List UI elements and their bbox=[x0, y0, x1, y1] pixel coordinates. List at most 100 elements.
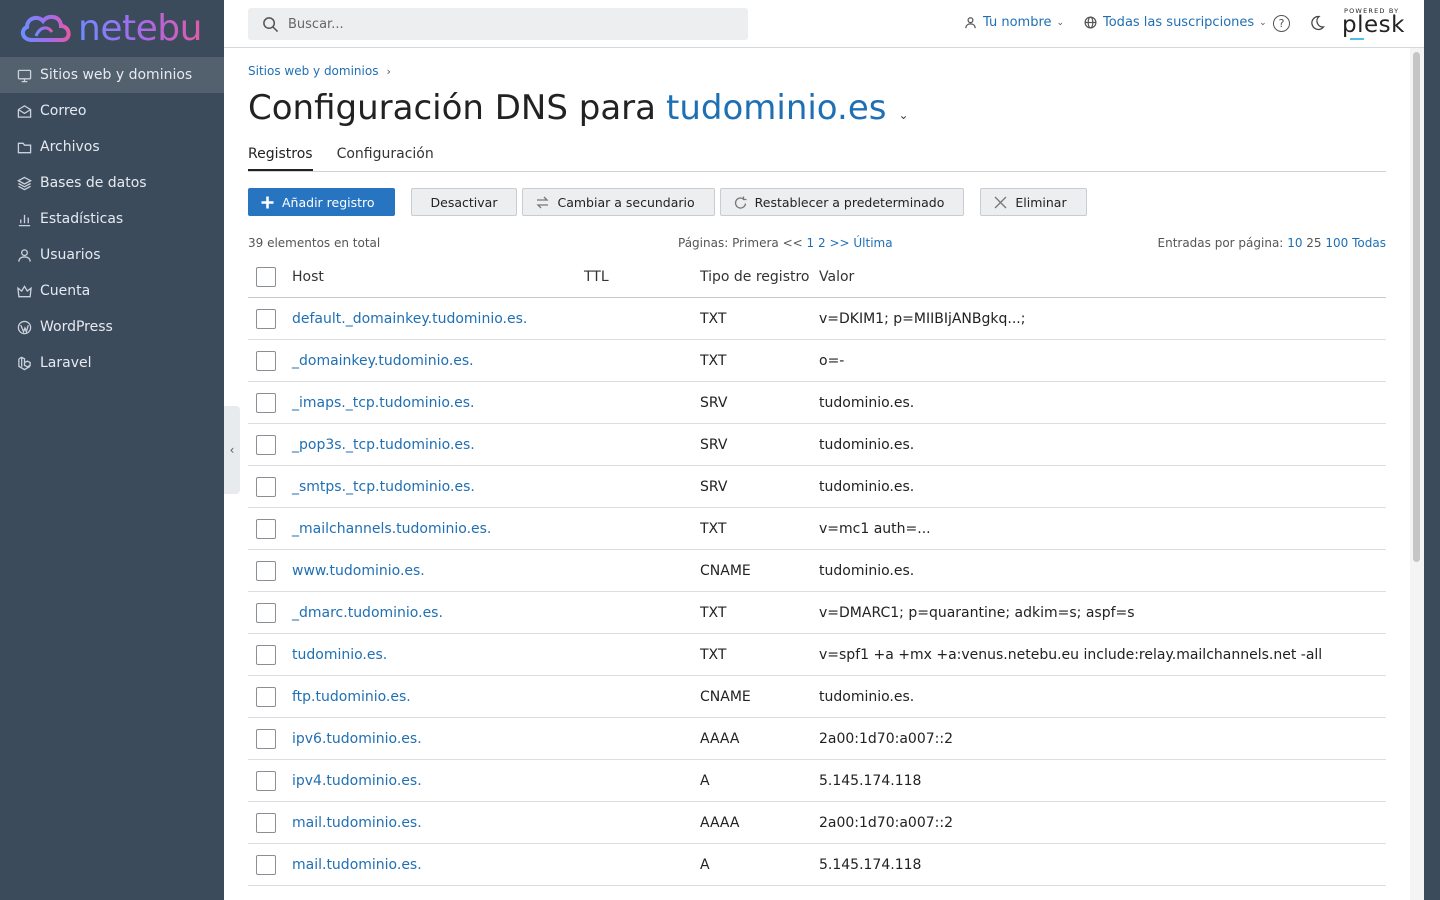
sidebar-item-files[interactable]: Archivos bbox=[0, 129, 224, 165]
add-record-button[interactable]: Añadir registro bbox=[248, 188, 395, 216]
row-checkbox[interactable] bbox=[256, 686, 276, 707]
plesk-logo[interactable]: plesk bbox=[1342, 12, 1405, 38]
help-icon[interactable]: ? bbox=[1273, 15, 1290, 32]
logo[interactable]: netebu bbox=[0, 0, 224, 57]
row-checkbox[interactable] bbox=[256, 392, 276, 413]
wordpress-icon bbox=[16, 319, 32, 335]
row-checkbox[interactable] bbox=[256, 476, 276, 497]
scrollbar-thumb[interactable] bbox=[1413, 52, 1420, 562]
sidebar-item-label: Estadísticas bbox=[40, 211, 124, 227]
record-host-link[interactable]: mail.tudominio.es. bbox=[292, 857, 422, 873]
record-type: TXT bbox=[700, 646, 727, 663]
record-type: SRV bbox=[700, 436, 728, 453]
pagination: Páginas: Primera << 1 2 >> Última bbox=[678, 236, 893, 250]
row-checkbox[interactable] bbox=[256, 728, 276, 749]
user-name: Tu nombre bbox=[983, 15, 1052, 30]
subscriptions-menu[interactable]: Todas las suscripciones ⌄ bbox=[1084, 15, 1267, 30]
sidebar-item-mail[interactable]: Correo bbox=[0, 93, 224, 129]
row-checkbox[interactable] bbox=[256, 518, 276, 539]
tab-records[interactable]: Registros bbox=[248, 146, 313, 171]
page-last-link[interactable]: Última bbox=[853, 236, 892, 250]
sidebar-item-laravel[interactable]: Laravel bbox=[0, 345, 224, 381]
table-row: tudominio.es. TXT v=spf1 +a +mx +a:venus.n… bbox=[248, 634, 1386, 676]
row-checkbox[interactable] bbox=[256, 560, 276, 581]
column-ttl[interactable]: TTL bbox=[584, 269, 609, 285]
user-icon bbox=[965, 17, 976, 29]
search-box[interactable] bbox=[248, 8, 748, 40]
row-checkbox[interactable] bbox=[256, 350, 276, 371]
user-menu[interactable]: Tu nombre ⌄ bbox=[964, 15, 1064, 30]
switch-secondary-button[interactable]: Cambiar a secundario bbox=[522, 188, 715, 216]
sidebar-item-account[interactable]: Cuenta bbox=[0, 273, 224, 309]
crown-icon bbox=[16, 283, 32, 299]
row-checkbox[interactable] bbox=[256, 644, 276, 665]
chevron-down-icon: ⌄ bbox=[1259, 17, 1267, 28]
page-2-link[interactable]: 2 bbox=[818, 236, 826, 250]
record-value: tudominio.es. bbox=[819, 394, 915, 411]
record-host-link[interactable]: _smtps._tcp.tudominio.es. bbox=[292, 479, 475, 495]
page-scrollbar[interactable] bbox=[1410, 48, 1424, 900]
row-checkbox[interactable] bbox=[256, 308, 276, 329]
record-host-link[interactable]: ftp.tudominio.es. bbox=[292, 689, 411, 705]
column-value[interactable]: Valor bbox=[819, 269, 854, 285]
table-header: Host TTL Tipo de registro Valor bbox=[248, 256, 1386, 298]
sidebar-item-users[interactable]: Usuarios bbox=[0, 237, 224, 273]
folder-icon bbox=[16, 139, 32, 155]
table-row: mail.tudominio.es. AAAA 2a00:1d70:a007::2 bbox=[248, 802, 1386, 844]
disable-button[interactable]: Desactivar bbox=[410, 188, 518, 216]
record-value: tudominio.es. bbox=[819, 478, 915, 495]
plus-icon bbox=[261, 196, 274, 208]
record-host-link[interactable]: ipv4.tudominio.es. bbox=[292, 773, 422, 789]
sidebar-item-websites[interactable]: Sitios web y dominios bbox=[0, 57, 224, 93]
search-icon bbox=[263, 16, 279, 32]
page-next-link[interactable]: >> bbox=[829, 236, 849, 250]
record-host-link[interactable]: _mailchannels.tudominio.es. bbox=[292, 521, 491, 537]
record-value: tudominio.es. bbox=[819, 562, 915, 579]
perpage-all[interactable]: Todas bbox=[1352, 236, 1386, 250]
record-value: v=mc1 auth=... bbox=[819, 520, 931, 537]
record-host-link[interactable]: _dmarc.tudominio.es. bbox=[292, 605, 443, 621]
record-host-link[interactable]: _imaps._tcp.tudominio.es. bbox=[292, 395, 475, 411]
domain-selector[interactable]: tudominio.es bbox=[666, 88, 886, 128]
record-host-link[interactable]: _pop3s._tcp.tudominio.es. bbox=[292, 437, 475, 453]
chevron-down-icon[interactable]: ⌄ bbox=[898, 108, 908, 122]
disable-label: Desactivar bbox=[430, 194, 498, 210]
dns-records-table: Host TTL Tipo de registro Valor default.… bbox=[248, 256, 1386, 886]
perpage-10[interactable]: 10 bbox=[1287, 236, 1302, 250]
search-input[interactable] bbox=[288, 16, 728, 32]
reset-default-button[interactable]: Restablecer a predeterminado bbox=[719, 188, 965, 216]
sidebar-item-statistics[interactable]: Estadísticas bbox=[0, 201, 224, 237]
record-host-link[interactable]: default._domainkey.tudominio.es. bbox=[292, 311, 527, 327]
record-host-link[interactable]: mail.tudominio.es. bbox=[292, 815, 422, 831]
table-row: mail.tudominio.es. A 5.145.174.118 bbox=[248, 844, 1386, 886]
tab-settings[interactable]: Configuración bbox=[337, 146, 434, 171]
sidebar-item-label: Usuarios bbox=[40, 247, 101, 263]
sidebar-item-wordpress[interactable]: WordPress bbox=[0, 309, 224, 345]
record-type: SRV bbox=[700, 394, 728, 411]
perpage-25[interactable]: 25 bbox=[1306, 236, 1321, 250]
row-checkbox[interactable] bbox=[256, 854, 276, 875]
column-host[interactable]: Host bbox=[292, 269, 324, 285]
row-checkbox[interactable] bbox=[256, 434, 276, 455]
sidebar-collapse-toggle[interactable]: ‹ bbox=[224, 406, 240, 494]
column-type[interactable]: Tipo de registro bbox=[700, 269, 810, 285]
sidebar-item-databases[interactable]: Bases de datos bbox=[0, 165, 224, 201]
mail-icon bbox=[16, 103, 32, 119]
delete-button[interactable]: Eliminar bbox=[980, 188, 1087, 216]
row-checkbox[interactable] bbox=[256, 602, 276, 623]
record-host-link[interactable]: ipv6.tudominio.es. bbox=[292, 731, 422, 747]
page-1-link[interactable]: 1 bbox=[807, 236, 815, 250]
breadcrumb-websites[interactable]: Sitios web y dominios bbox=[248, 64, 378, 78]
row-checkbox[interactable] bbox=[256, 812, 276, 833]
select-all-checkbox[interactable] bbox=[256, 266, 276, 287]
record-value: v=DKIM1; p=MIIBIjANBgkq...; bbox=[819, 310, 1026, 327]
table-row: _domainkey.tudominio.es. TXT o=- bbox=[248, 340, 1386, 382]
table-row: ipv4.tudominio.es. A 5.145.174.118 bbox=[248, 760, 1386, 802]
record-host-link[interactable]: _domainkey.tudominio.es. bbox=[292, 353, 474, 369]
record-host-link[interactable]: tudominio.es. bbox=[292, 647, 387, 663]
moon-icon[interactable] bbox=[1308, 14, 1326, 32]
perpage-100[interactable]: 100 bbox=[1325, 236, 1348, 250]
page-title: Configuración DNS para tudominio.es ⌄ bbox=[248, 88, 909, 128]
record-host-link[interactable]: www.tudominio.es. bbox=[292, 563, 425, 579]
row-checkbox[interactable] bbox=[256, 770, 276, 791]
